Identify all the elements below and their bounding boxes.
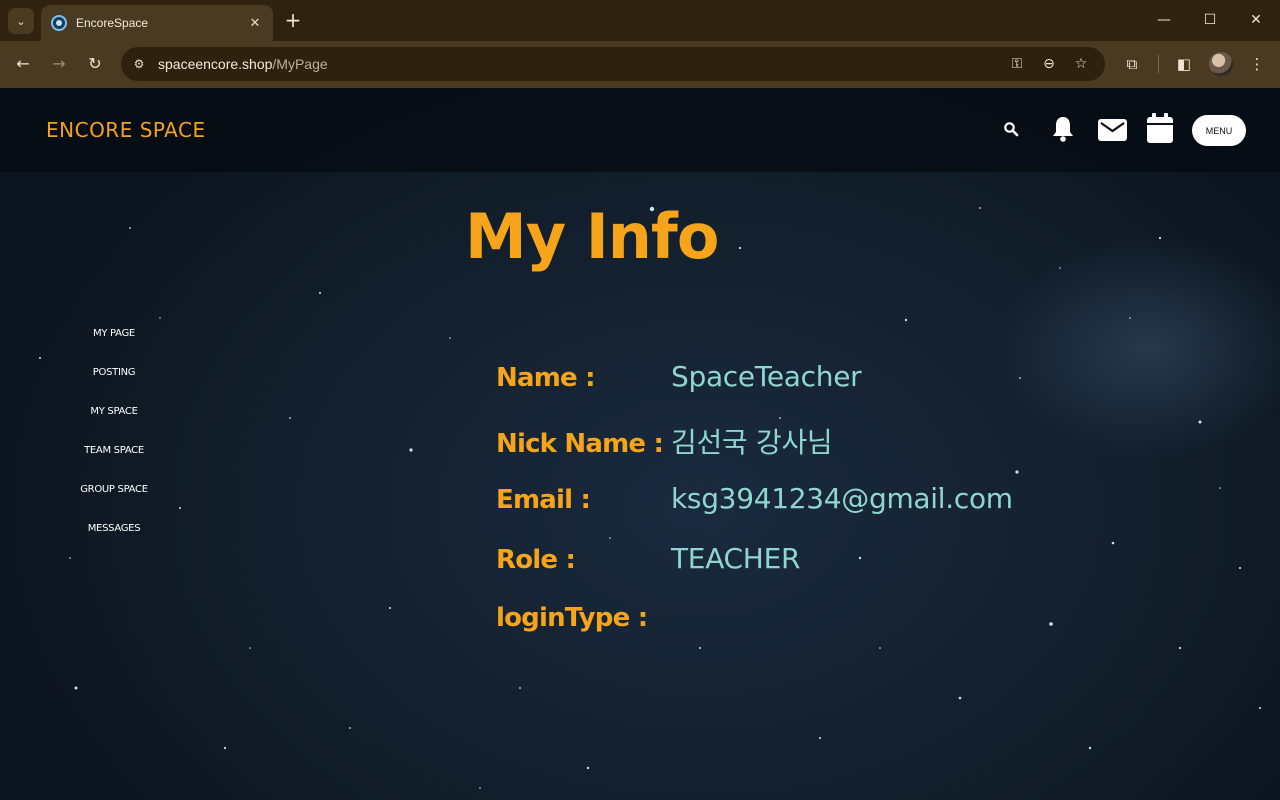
role-value: TEACHER: [671, 542, 801, 575]
sidebar-item-posting[interactable]: POSTING: [64, 363, 164, 402]
address-bar[interactable]: ⚙ spaceencore.shop/MyPage ⚿ ⊖ ☆: [121, 47, 1105, 81]
sidebar-item-my-space[interactable]: MY SPACE: [64, 402, 164, 441]
close-window-button[interactable]: ✕: [1233, 8, 1279, 32]
page-title: My Info: [465, 200, 719, 273]
site-header: ENCORE SPACE MENU: [0, 88, 1280, 172]
zoom-icon[interactable]: ⊖: [1037, 52, 1061, 76]
maximize-button[interactable]: ☐: [1187, 8, 1233, 32]
toolbar-divider: [1158, 55, 1159, 73]
browser-toolbar: ← → ↻ ⚙ spaceencore.shop/MyPage ⚿ ⊖ ☆ ⧉ …: [0, 41, 1280, 88]
bookmark-star-icon[interactable]: ☆: [1069, 52, 1093, 76]
browser-tab-bar: ⌄ EncoreSpace ✕ + — ☐ ✕: [0, 0, 1280, 41]
sidebar-item-team-space[interactable]: TEAM SPACE: [64, 441, 164, 480]
minimize-button[interactable]: —: [1141, 8, 1187, 32]
browser-menu-icon[interactable]: ⋮: [1245, 52, 1269, 76]
search-icon[interactable]: [1003, 121, 1019, 137]
tab-close-icon[interactable]: ✕: [247, 16, 263, 31]
new-tab-button[interactable]: +: [282, 9, 304, 31]
email-label: Email :: [496, 485, 591, 515]
back-button[interactable]: ←: [11, 52, 35, 76]
side-panel-icon[interactable]: ◧: [1172, 52, 1196, 76]
site-logo[interactable]: ENCORE SPACE: [46, 118, 206, 142]
info-row-nickname: Nick Name : 김선국 강사님: [496, 421, 833, 461]
sidebar-item-messages[interactable]: MESSAGES: [64, 519, 164, 558]
site-favicon-icon: [51, 15, 67, 31]
menu-button[interactable]: MENU: [1192, 115, 1246, 146]
url-text[interactable]: spaceencore.shop/MyPage: [158, 56, 328, 72]
page-viewport: ENCORE SPACE MENU MY PAGE POSTING MY SPA…: [0, 88, 1280, 800]
email-value: ksg3941234@gmail.com: [671, 482, 1013, 515]
name-value: SpaceTeacher: [671, 360, 862, 393]
login-type-label: loginType :: [496, 603, 648, 633]
bell-icon[interactable]: [1051, 115, 1075, 143]
name-label: Name :: [496, 363, 595, 393]
forward-button[interactable]: →: [47, 52, 71, 76]
nickname-label: Nick Name :: [496, 429, 664, 459]
url-host: spaceencore.shop: [158, 56, 273, 72]
site-info-icon[interactable]: ⚙: [127, 52, 151, 76]
info-row-login-type: loginType :: [496, 603, 671, 643]
extensions-icon[interactable]: ⧉: [1120, 52, 1144, 76]
role-label: Role :: [496, 545, 576, 575]
profile-avatar[interactable]: [1209, 52, 1233, 76]
url-path: /MyPage: [272, 56, 328, 72]
side-navigation: MY PAGE POSTING MY SPACE TEAM SPACE GROU…: [64, 324, 164, 558]
sidebar-item-group-space[interactable]: GROUP SPACE: [64, 480, 164, 519]
mail-icon[interactable]: [1098, 119, 1127, 141]
reload-button[interactable]: ↻: [83, 52, 107, 76]
browser-tab[interactable]: EncoreSpace ✕: [41, 5, 273, 41]
tab-title: EncoreSpace: [76, 16, 149, 30]
info-row-name: Name : SpaceTeacher: [496, 360, 862, 400]
nickname-value: 김선국 강사님: [671, 426, 833, 459]
sidebar-item-my-page[interactable]: MY PAGE: [64, 324, 164, 363]
password-key-icon[interactable]: ⚿: [1005, 52, 1029, 76]
calendar-icon[interactable]: [1147, 113, 1173, 143]
info-row-role: Role : TEACHER: [496, 542, 800, 582]
tab-search-button[interactable]: ⌄: [8, 8, 34, 34]
info-row-email: Email : ksg3941234@gmail.com: [496, 482, 1013, 522]
